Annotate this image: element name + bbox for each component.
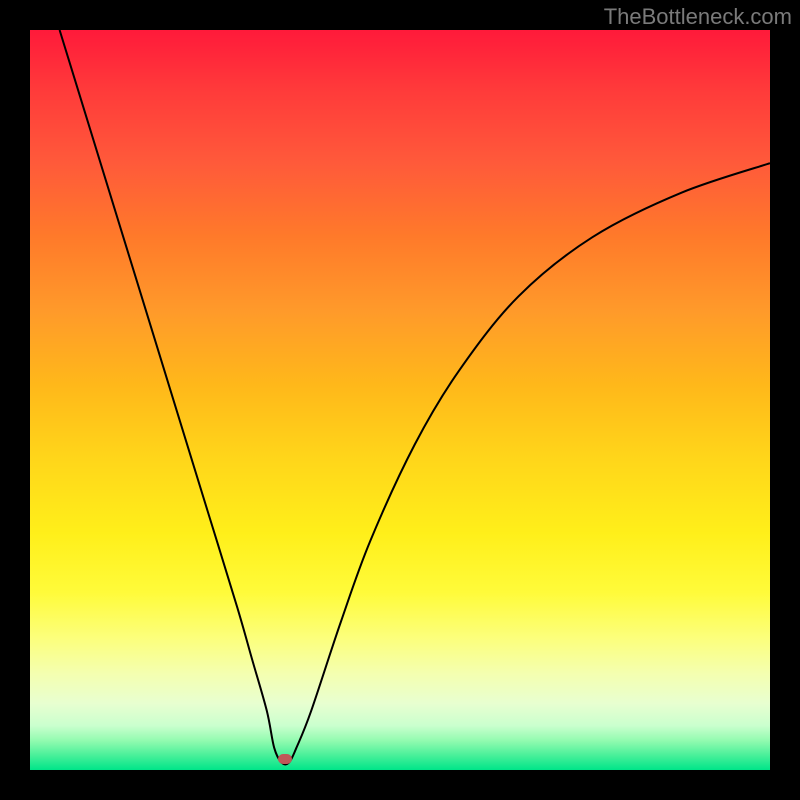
watermark-text: TheBottleneck.com [604,4,792,30]
bottleneck-curve [30,30,770,770]
chart-frame: TheBottleneck.com [0,0,800,800]
plot-area [30,30,770,770]
optimum-marker [278,754,292,764]
